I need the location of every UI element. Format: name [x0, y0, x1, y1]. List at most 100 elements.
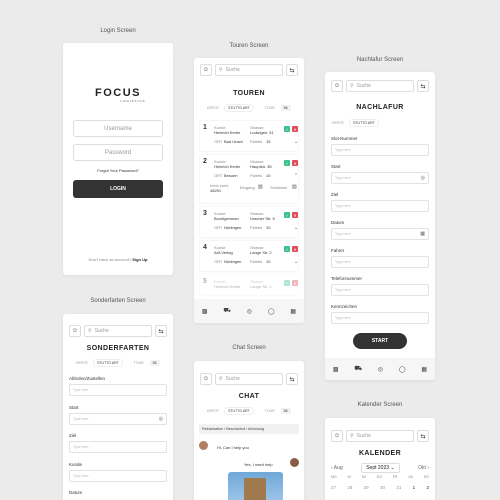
search-input[interactable]: ⚲ Suche: [346, 80, 414, 92]
tab-depot[interactable]: DEPOT: [204, 408, 222, 414]
chevron-up-icon[interactable]: ⌃: [294, 173, 298, 179]
tab-stuttgart[interactable]: STUTTG ART: [350, 120, 378, 126]
confirm-button[interactable]: ✓: [284, 280, 290, 286]
user-icon[interactable]: ☺: [200, 64, 212, 76]
tour-count: 56: [149, 360, 160, 366]
tab-tour[interactable]: TOUR: [131, 360, 147, 366]
start-button[interactable]: START: [353, 333, 407, 349]
search-input[interactable]: ⚲ Suche: [215, 373, 283, 385]
search-input[interactable]: ⚲ Suche: [84, 325, 152, 337]
clipboard-icon[interactable]: ▩: [202, 308, 208, 315]
filter-icon[interactable]: ⇆: [286, 373, 298, 385]
tab-tour[interactable]: TOUR: [262, 408, 278, 414]
field-label: Abholen/Zustellen: [69, 376, 106, 381]
truck-icon[interactable]: ⛟: [223, 307, 231, 315]
next-month-button[interactable]: Okt ›: [418, 465, 429, 471]
folder-icon[interactable]: ▧: [258, 184, 263, 190]
kunde-value: Buchtgenman: [214, 216, 239, 221]
clipboard-icon[interactable]: ▩: [333, 366, 339, 373]
chat-image[interactable]: [228, 472, 283, 500]
search-input[interactable]: ⚲ Suche: [346, 430, 414, 442]
strasse-value: Hauptstr. 35: [250, 164, 272, 169]
chat-screen-title: Chat Screen: [232, 345, 266, 351]
kunde-input[interactable]: Type here: [69, 470, 167, 482]
reject-button[interactable]: ✕: [292, 212, 298, 218]
confirm-button[interactable]: ✓: [284, 126, 290, 132]
chat-icon[interactable]: ◯: [268, 308, 275, 315]
schlussel-label: Schlüssel: [270, 185, 288, 190]
tab-depot[interactable]: DEPOT: [329, 120, 347, 126]
chat-topic[interactable]: Reklamation / Beschwerd / Abholung: [199, 424, 299, 434]
calendar-day[interactable]: 28: [347, 485, 352, 490]
location-icon[interactable]: ◎: [378, 366, 383, 373]
placeholder: Type here: [73, 474, 89, 478]
chevron-down-icon[interactable]: ⌄: [294, 139, 298, 145]
reject-button[interactable]: ✕: [292, 126, 298, 132]
strasse-value: Lange Str. 2: [250, 284, 272, 289]
tab-depot[interactable]: DEPOT: [204, 105, 222, 111]
filter-icon[interactable]: ⇆: [286, 64, 298, 76]
filter-icon[interactable]: ⇆: [417, 430, 429, 442]
abholen-input[interactable]: Type here: [69, 384, 167, 396]
tour-card[interactable]: 3 Kunde Buchtgenman Strasse Uracher Str.…: [200, 207, 298, 237]
user-icon[interactable]: ☺: [331, 80, 343, 92]
confirm-button[interactable]: ✓: [284, 212, 290, 218]
search-placeholder: Suche: [94, 328, 109, 334]
filter-icon[interactable]: ⇆: [417, 80, 429, 92]
calendar-day[interactable]: 30: [380, 485, 385, 490]
tour-card[interactable]: 4 Kunde Arif-Verlag Strasse Lange Str. 2…: [200, 241, 298, 271]
login-button[interactable]: LOGIN: [73, 180, 163, 198]
telefonnummer-input[interactable]: Type here: [331, 284, 429, 296]
placeholder: Type here: [73, 388, 89, 392]
fahrer-input[interactable]: Type here: [331, 256, 429, 268]
truck-icon[interactable]: ⛟: [354, 365, 362, 373]
tab-stuttgart[interactable]: STUTTG ART: [225, 408, 253, 414]
folder-icon[interactable]: ▧: [292, 184, 297, 190]
filter-icon[interactable]: ⇆: [155, 325, 167, 337]
password-field[interactable]: Password: [73, 144, 163, 161]
slot-nummer-input[interactable]: Type here: [331, 144, 429, 156]
search-input[interactable]: ⚲ Suche: [215, 64, 283, 76]
paletts-label: Paletts: [250, 173, 263, 178]
user-icon[interactable]: ☺: [200, 373, 212, 385]
datum-input[interactable]: Type here ▦: [331, 228, 429, 240]
signup-link[interactable]: Sign Up: [132, 257, 147, 262]
placeholder: Type here: [335, 176, 351, 180]
confirm-button[interactable]: ✓: [284, 160, 290, 166]
kennzeichen-input[interactable]: Type here: [331, 312, 429, 324]
chat-icon[interactable]: ◯: [399, 366, 406, 373]
confirm-button[interactable]: ✓: [284, 246, 290, 252]
tour-card[interactable]: 1 Kunde Heinrich Kerler Strasse Ludwigst…: [200, 121, 298, 151]
tour-count: 56: [280, 408, 291, 414]
chevron-down-icon[interactable]: ⌄: [294, 225, 298, 231]
tour-card[interactable]: 2 Kunde Heinrich Kerler Strasse Hauptstr…: [200, 155, 298, 203]
prev-month-button[interactable]: ‹ Aug: [331, 465, 343, 471]
reject-button[interactable]: ✕: [292, 246, 298, 252]
start-input[interactable]: Type here ◎: [331, 172, 429, 184]
calendar-day[interactable]: 31: [396, 485, 401, 490]
calendar-icon[interactable]: ▦: [290, 308, 296, 315]
calendar-icon[interactable]: ▦: [421, 366, 427, 373]
user-icon[interactable]: ☺: [69, 325, 81, 337]
tour-number: 1: [203, 124, 207, 131]
calendar-day[interactable]: 2: [426, 485, 429, 490]
calendar-day[interactable]: 1: [413, 485, 416, 490]
current-month-dropdown[interactable]: Sept 2023 ⌄: [361, 463, 400, 473]
chevron-down-icon[interactable]: ⌄: [294, 259, 298, 265]
start-input[interactable]: Type here ◎: [69, 413, 167, 425]
user-icon[interactable]: ☺: [331, 430, 343, 442]
tab-stuttgart[interactable]: STUTTG ART: [94, 360, 122, 366]
tab-tour[interactable]: TOUR: [262, 105, 278, 111]
location-icon[interactable]: ◎: [247, 308, 252, 315]
calendar-day[interactable]: 29: [364, 485, 369, 490]
ziel-input[interactable]: Type here: [331, 200, 429, 212]
reject-button[interactable]: ✕: [292, 280, 298, 286]
tab-depot[interactable]: DEPOT: [73, 360, 91, 366]
tab-stuttgart[interactable]: STUTTG ART: [225, 105, 253, 111]
reject-button[interactable]: ✕: [292, 160, 298, 166]
username-field[interactable]: Username: [73, 120, 163, 137]
tour-card[interactable]: 5 Kunde Heinrich Kerler Strasse Lange St…: [200, 275, 298, 295]
calendar-day[interactable]: 27: [331, 485, 336, 490]
forgot-password-link[interactable]: Forgot Your Password?: [63, 168, 173, 173]
ziel-input[interactable]: Type here: [69, 441, 167, 453]
